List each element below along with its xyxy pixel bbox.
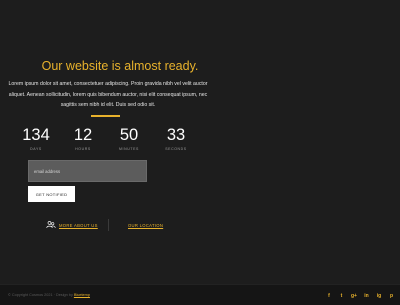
designer-link[interactable]: Bluetemp xyxy=(74,293,90,297)
hours-label: HOURS xyxy=(75,147,91,151)
days-label: DAYS xyxy=(30,147,42,151)
countdown-timer: 134 DAYS 12 HOURS 50 MINUTES 33 SECONDS xyxy=(14,126,200,154)
countdown-days: 134 DAYS xyxy=(14,126,58,151)
facebook-icon[interactable]: f xyxy=(325,291,334,300)
team-icon xyxy=(46,221,56,229)
email-input[interactable] xyxy=(28,160,147,182)
pinterest-icon[interactable]: p xyxy=(387,291,396,300)
location-link[interactable]: OUR LOCATION xyxy=(128,218,163,232)
seconds-value: 33 xyxy=(166,126,186,144)
minutes-value: 50 xyxy=(119,126,139,144)
about-link[interactable]: MORE ABOUT US xyxy=(46,218,98,232)
page-title: Our website is almost ready. xyxy=(41,59,199,73)
copyright-label: © Copyright Cosmos 2021 · Design by xyxy=(8,293,73,297)
footer: © Copyright Cosmos 2021 · Design by Blue… xyxy=(0,284,400,305)
info-links: MORE ABOUT US OUR LOCATION xyxy=(0,218,240,232)
countdown-seconds: 33 SECONDS xyxy=(154,126,198,151)
linkedin-icon[interactable]: in xyxy=(362,291,371,300)
main-section: Our website is almost ready. Lorem ipsum… xyxy=(0,0,400,284)
countdown-minutes: 50 MINUTES xyxy=(107,126,151,151)
seconds-label: SECONDS xyxy=(165,147,187,151)
google-plus-icon[interactable]: g+ xyxy=(350,291,359,300)
intro-text: Lorem ipsum dolor sit amet, consectetuer… xyxy=(8,81,208,109)
location-link-label: OUR LOCATION xyxy=(128,222,164,228)
accent-divider xyxy=(91,115,120,117)
copyright-text: © Copyright Cosmos 2021 · Design by Blue… xyxy=(8,293,90,297)
days-value: 134 xyxy=(22,126,50,144)
countdown-hours: 12 HOURS xyxy=(61,126,105,151)
hours-value: 12 xyxy=(73,126,93,144)
about-link-label: MORE ABOUT US xyxy=(59,222,98,228)
social-links: f t g+ in ig p xyxy=(321,291,396,300)
minutes-label: MINUTES xyxy=(119,147,139,151)
instagram-icon[interactable]: ig xyxy=(375,291,384,300)
get-notified-button[interactable]: GET NOTIFIED xyxy=(28,186,75,202)
links-separator xyxy=(108,219,109,231)
twitter-icon[interactable]: t xyxy=(337,291,346,300)
